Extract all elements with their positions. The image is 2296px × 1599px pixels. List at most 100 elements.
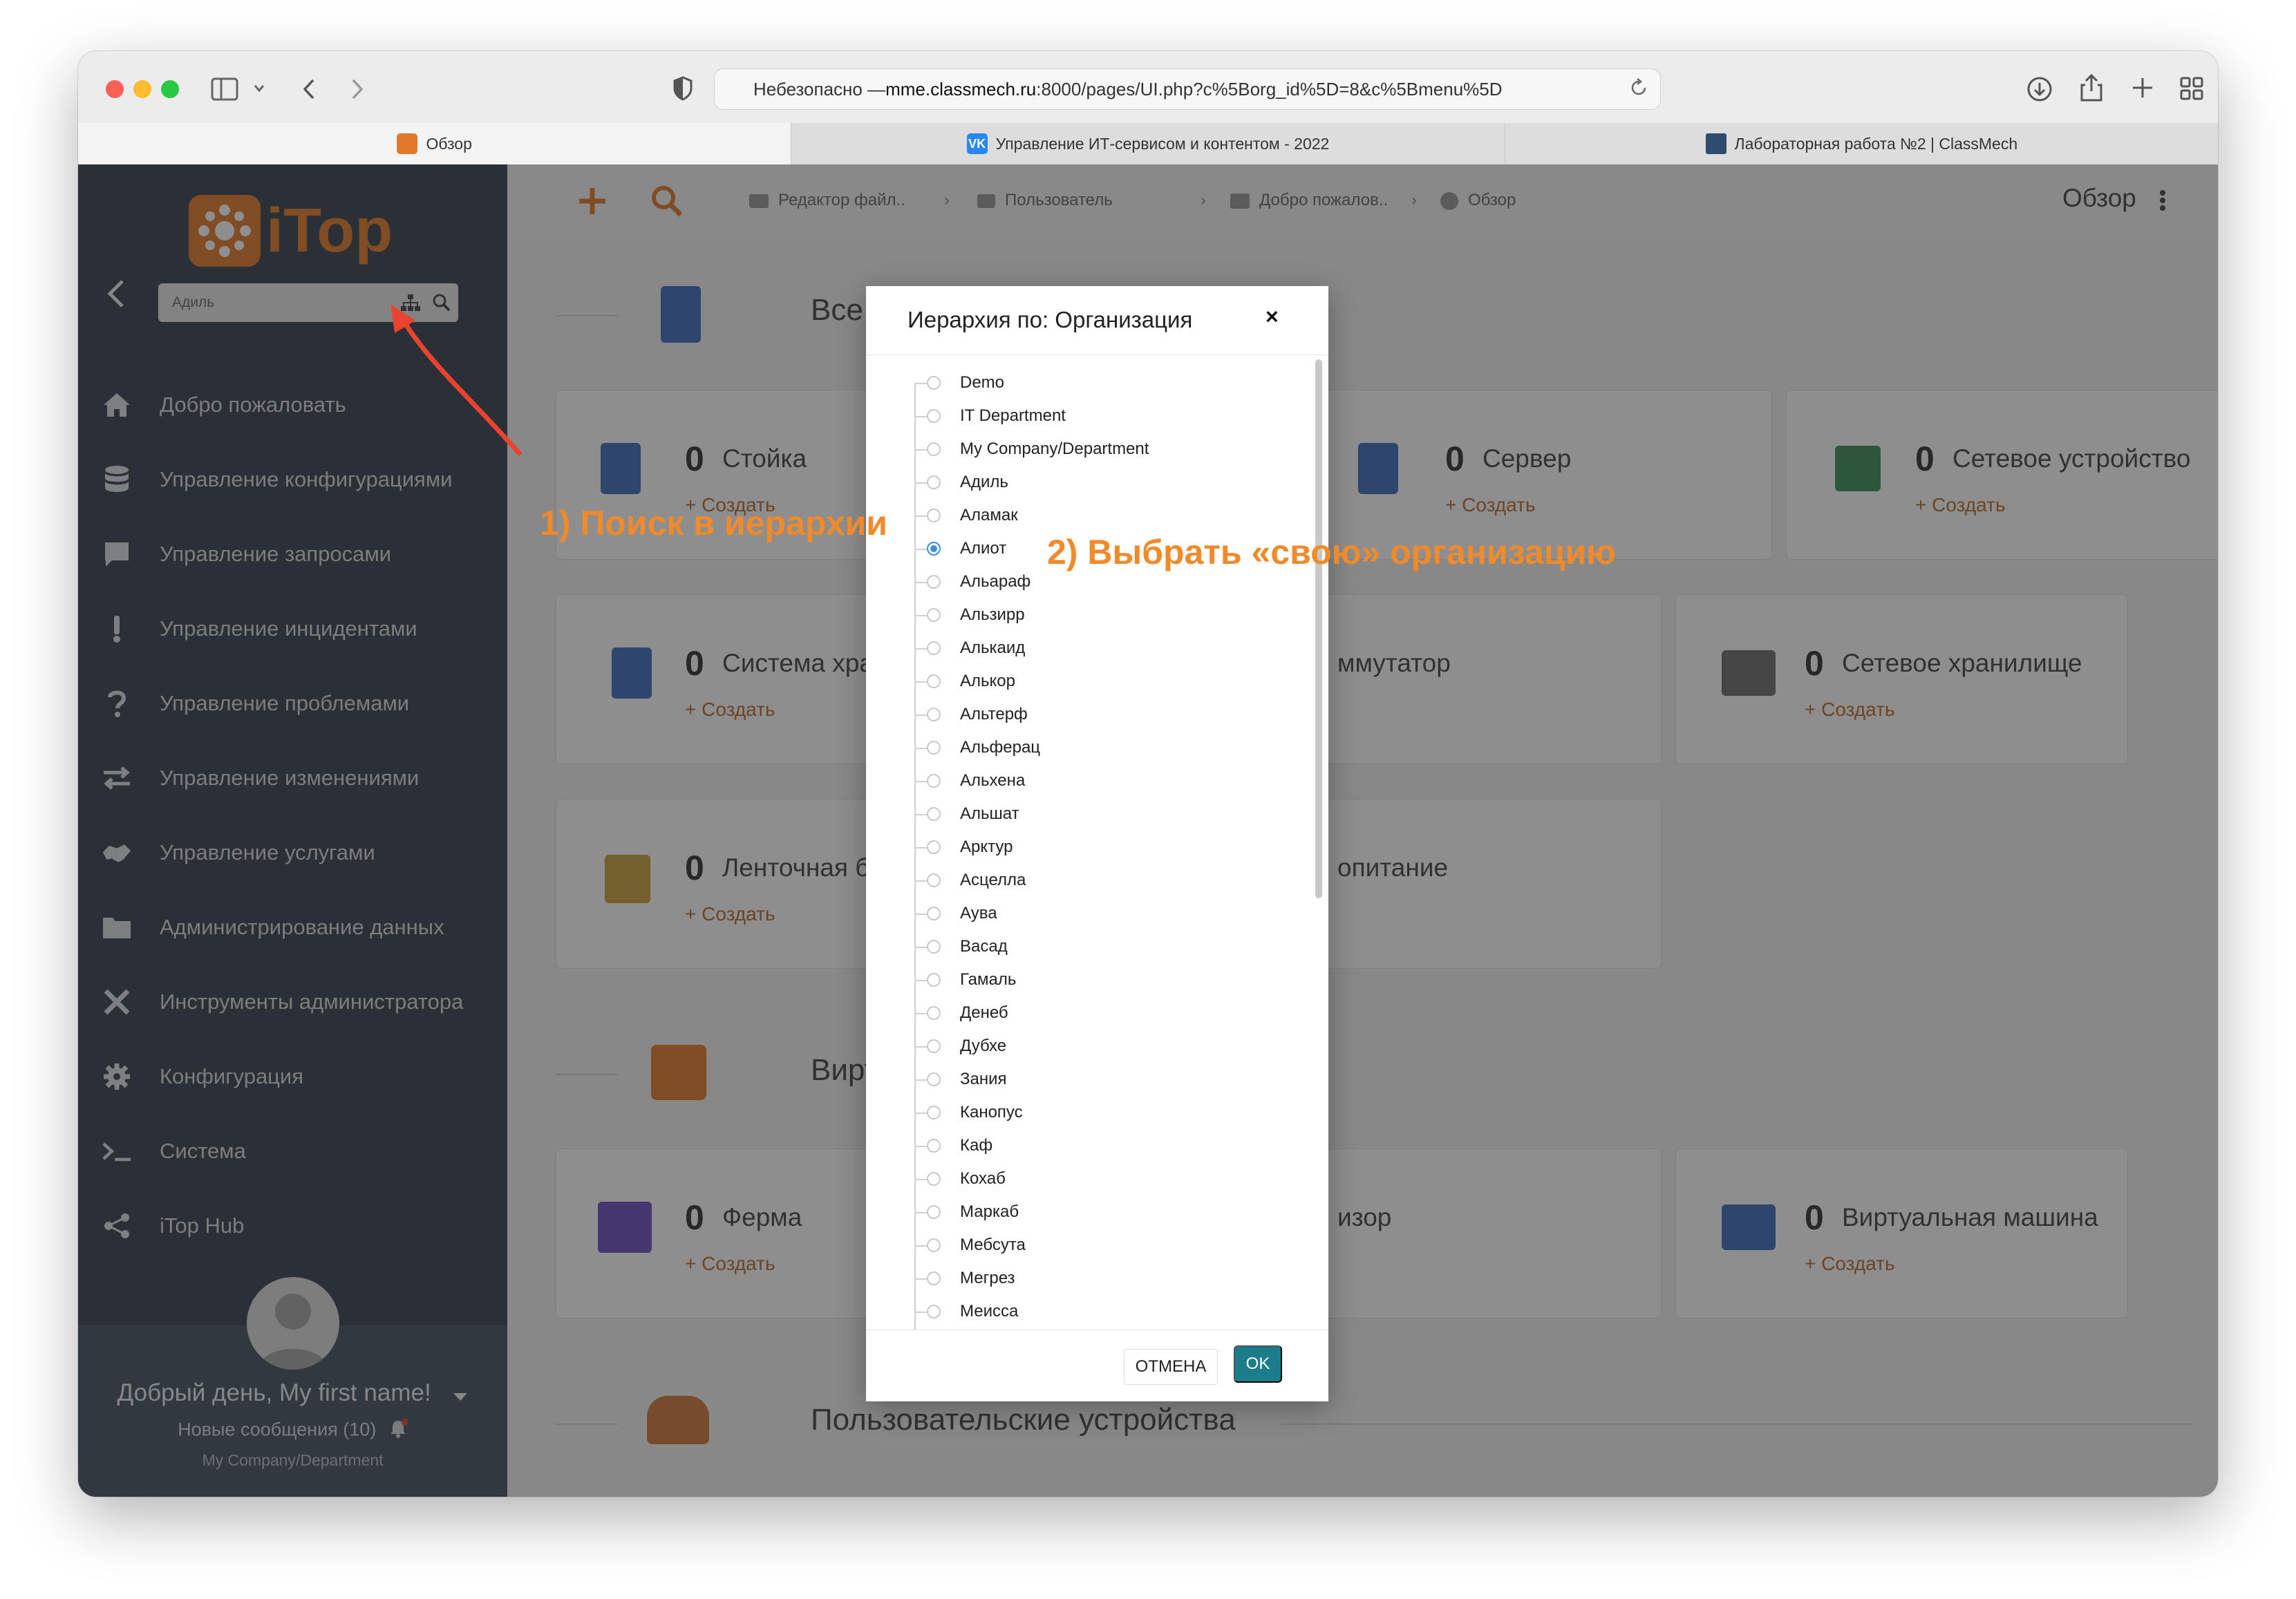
org-option[interactable]: Альхена	[914, 764, 1301, 797]
cancel-button[interactable]: ОТМЕНА	[1124, 1349, 1218, 1385]
org-option[interactable]: Мебсута	[914, 1229, 1301, 1262]
radio-icon[interactable]	[927, 1172, 941, 1186]
browser-window: Небезопасно — mme.classmech.ru:8000/page…	[78, 51, 2218, 1497]
org-option[interactable]: Альшат	[914, 797, 1301, 831]
org-option[interactable]: Demo	[914, 366, 1301, 399]
org-option[interactable]: Дубхе	[914, 1030, 1301, 1063]
org-option[interactable]: Канопус	[914, 1096, 1301, 1129]
org-option-label: Маркаб	[960, 1202, 1019, 1221]
tab-overview[interactable]: Обзор	[78, 123, 791, 164]
url-prefix: Небезопасно —	[753, 78, 886, 100]
org-option-label: Васад	[960, 937, 1008, 956]
tree-branch-line	[916, 980, 927, 981]
radio-icon[interactable]	[927, 1271, 941, 1285]
tree-branch-line	[916, 1013, 927, 1014]
org-option[interactable]: Мегрез	[914, 1262, 1301, 1295]
radio-icon[interactable]	[927, 608, 941, 622]
org-option[interactable]: Маркаб	[914, 1195, 1301, 1229]
radio-icon[interactable]	[927, 1072, 941, 1086]
tab-lab[interactable]: Лабораторная работа №2 | ClassMech	[1504, 123, 2218, 164]
vk-favicon-icon: VK	[966, 133, 988, 154]
download-icon[interactable]	[2026, 75, 2053, 103]
radio-icon[interactable]	[927, 1106, 941, 1119]
reload-icon[interactable]	[1628, 77, 1649, 103]
tree-branch-line	[916, 1245, 927, 1247]
ok-button[interactable]: OK	[1234, 1345, 1282, 1383]
radio-icon[interactable]	[927, 741, 941, 755]
shield-icon[interactable]	[672, 76, 693, 101]
radio-icon[interactable]	[927, 575, 941, 589]
radio-icon[interactable]	[927, 1205, 941, 1219]
org-option[interactable]: Алькаид	[914, 632, 1301, 665]
share-icon[interactable]	[2080, 73, 2103, 102]
tree-branch-line	[916, 880, 927, 882]
org-option[interactable]: Васад	[914, 930, 1301, 963]
org-option-label: Алькор	[960, 672, 1015, 690]
radio-icon[interactable]	[927, 840, 941, 854]
radio-icon[interactable]	[927, 442, 941, 456]
org-option[interactable]: Арктур	[914, 831, 1301, 864]
org-option[interactable]: My Company/Department	[914, 433, 1301, 466]
org-option[interactable]: Алькор	[914, 665, 1301, 698]
org-option[interactable]: Кохаб	[914, 1162, 1301, 1195]
org-option-label: Гамаль	[960, 970, 1017, 989]
tree-branch-line	[916, 1312, 927, 1313]
radio-icon[interactable]	[927, 376, 941, 390]
back-icon[interactable]	[302, 79, 316, 100]
close-window-button[interactable]	[106, 80, 124, 98]
org-option-label: Альшат	[960, 804, 1019, 823]
page-content: iTop Адиль Добро пожаловать Управл	[78, 164, 2218, 1497]
radio-icon[interactable]	[927, 1039, 941, 1053]
chevron-down-icon[interactable]	[254, 84, 265, 93]
radio-icon[interactable]	[927, 708, 941, 721]
dialog-scrollbar[interactable]	[1315, 359, 1322, 898]
org-option[interactable]: Аламак	[914, 499, 1301, 532]
org-option-label: Альферац	[960, 738, 1041, 757]
org-option-label: Каф	[960, 1136, 993, 1155]
tab-overview-icon[interactable]	[2179, 76, 2204, 101]
radio-icon[interactable]	[927, 807, 941, 821]
org-option[interactable]: Альзирр	[914, 598, 1301, 632]
tab-itsm[interactable]: VK Управление ИТ-сервисом и контентом - …	[791, 123, 1505, 164]
address-bar[interactable]: Небезопасно — mme.classmech.ru:8000/page…	[714, 68, 1661, 110]
page: Небезопасно — mme.classmech.ru:8000/page…	[0, 0, 2296, 1599]
radio-icon[interactable]	[927, 973, 941, 987]
org-option[interactable]: IT Department	[914, 399, 1301, 433]
radio-icon[interactable]	[927, 907, 941, 920]
radio-icon[interactable]	[927, 940, 941, 954]
radio-icon[interactable]	[927, 1305, 941, 1318]
org-option[interactable]: Гамаль	[914, 963, 1301, 996]
sidebar-toggle-icon[interactable]	[211, 77, 238, 101]
org-option[interactable]: Меисса	[914, 1295, 1301, 1328]
zoom-window-button[interactable]	[161, 80, 179, 98]
org-option[interactable]: Зания	[914, 1063, 1301, 1096]
org-option-label: Зания	[960, 1070, 1007, 1088]
radio-icon[interactable]	[927, 509, 941, 522]
org-option[interactable]: Асцелла	[914, 864, 1301, 897]
org-option[interactable]: Альферац	[914, 731, 1301, 764]
radio-icon[interactable]	[927, 1139, 941, 1153]
tree-branch-line	[916, 515, 927, 517]
org-option-label: Альтерф	[960, 705, 1028, 723]
org-option[interactable]: Адиль	[914, 466, 1301, 499]
new-tab-icon[interactable]	[2131, 76, 2154, 100]
radio-icon[interactable]	[927, 873, 941, 887]
org-option[interactable]: Аува	[914, 897, 1301, 930]
org-option[interactable]: Денеб	[914, 996, 1301, 1030]
radio-icon[interactable]	[927, 1238, 941, 1252]
radio-icon[interactable]	[927, 674, 941, 688]
tree-branch-line	[916, 1046, 927, 1048]
radio-selected-icon[interactable]	[927, 542, 941, 556]
radio-icon[interactable]	[927, 641, 941, 655]
radio-icon[interactable]	[927, 475, 941, 489]
org-option[interactable]: Альтерф	[914, 698, 1301, 731]
org-option[interactable]: Каф	[914, 1129, 1301, 1162]
forward-icon[interactable]	[350, 79, 364, 100]
minimize-window-button[interactable]	[133, 80, 151, 98]
org-option-label: Мебсута	[960, 1236, 1026, 1254]
radio-icon[interactable]	[927, 1006, 941, 1020]
radio-icon[interactable]	[927, 409, 941, 423]
close-icon[interactable]: ×	[1265, 304, 1279, 330]
radio-icon[interactable]	[927, 774, 941, 788]
tree-branch-line	[916, 847, 927, 849]
